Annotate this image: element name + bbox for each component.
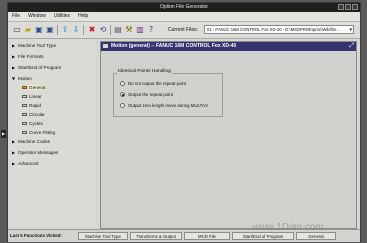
leaf-icon: [22, 113, 27, 117]
upload-icon[interactable]: ⇪: [60, 24, 70, 35]
tree-item-rapid[interactable]: Rapid: [22, 102, 41, 109]
identical-points-group: Identical Points Handling Do not output …: [113, 69, 223, 117]
tree-item-general[interactable]: General: [22, 84, 46, 91]
recent-tab-mcd-file[interactable]: MCD File: [184, 232, 230, 240]
refresh-icon[interactable]: ⟲: [98, 24, 108, 35]
new-file-icon[interactable]: ▭: [12, 24, 22, 35]
toolbar: ▭ ▰ ▣ ▣ ⇪ ⇩ ✖ ⟲ ▤ ⚒ ▥ ? Current Files: 0…: [8, 22, 360, 39]
leaf-icon: [22, 104, 27, 108]
leaf-icon: [22, 122, 27, 126]
tree-item-motion[interactable]: ▼ Motion: [12, 75, 32, 82]
tree-item-advanced[interactable]: ▶ Advanced: [12, 160, 38, 167]
tree-item-circular[interactable]: Circular: [22, 111, 45, 118]
toolbar-separator: [83, 25, 84, 35]
radio-output-repeat-point[interactable]: Output the repeat point: [120, 91, 173, 98]
panel-title-bar: Motion (general) -- FANUC 16M CONTROL Fo…: [101, 42, 356, 51]
settings-icon[interactable]: ⚒: [124, 24, 134, 35]
options-panel: Motion (general) -- FANUC 16M CONTROL Fo…: [100, 41, 357, 229]
toolbar-separator: [110, 25, 111, 35]
compare-icon[interactable]: ▥: [135, 24, 145, 35]
tree-item-curve-fitting[interactable]: Curve Fitting: [22, 129, 55, 136]
tree-item-file-formats[interactable]: ▶ File Formats: [12, 53, 44, 60]
delete-icon[interactable]: ✖: [87, 24, 97, 35]
tree-item-linear[interactable]: Linear: [22, 93, 42, 100]
close-button[interactable]: [352, 4, 358, 10]
panel-icon: [103, 44, 108, 48]
minimize-button[interactable]: [338, 4, 344, 10]
menu-file[interactable]: File: [8, 12, 24, 21]
app-window: Option File Generator File Window Utilitie…: [1, 2, 361, 242]
menu-help[interactable]: Help: [74, 12, 92, 21]
recent-tab-general[interactable]: General: [296, 232, 336, 240]
recent-functions-label: Last 5 Functions Visited:: [10, 233, 62, 238]
tree-item-start-end-of-program[interactable]: ▶ Start/End of Program: [12, 64, 61, 71]
download-icon[interactable]: ⇩: [71, 24, 81, 35]
help-icon[interactable]: ?: [146, 24, 156, 35]
radio-button[interactable]: [120, 103, 125, 109]
save-as-icon[interactable]: ▣: [45, 24, 55, 35]
radio-button-selected[interactable]: [120, 92, 125, 98]
export-icon[interactable]: ▤: [113, 24, 123, 35]
leaf-icon: [22, 86, 27, 90]
leaf-icon: [22, 95, 27, 99]
watermark: www.1Dian.com: [252, 222, 324, 233]
recent-tab-machine-tool-type[interactable]: Machine Tool Type: [78, 232, 128, 240]
tree-item-operator-messages[interactable]: ▶ Operator Messages: [12, 149, 58, 156]
title-bar: Option File Generator: [8, 3, 360, 12]
maximize-icon[interactable]: ⤢: [349, 42, 354, 51]
radio-do-not-output-repeat-point[interactable]: Do not output the repeat point: [120, 80, 186, 87]
menu-window[interactable]: Window: [24, 12, 50, 21]
menu-utilities[interactable]: Utilities: [50, 12, 74, 21]
radio-button[interactable]: [120, 81, 125, 87]
radio-output-zero-length-move[interactable]: Output zero length move during MULTAX: [120, 102, 208, 109]
save-icon[interactable]: ▣: [34, 24, 44, 35]
maximize-button[interactable]: [345, 4, 351, 10]
group-title: Identical Points Handling: [117, 69, 172, 74]
panel-title: Motion (general) -- FANUC 16M CONTROL Fo…: [111, 43, 237, 49]
toolbar-separator: [57, 25, 58, 35]
recent-tab-transforms-output[interactable]: Transforms & Output: [130, 232, 182, 240]
navigation-tree: ▶ Machine Tool Type ▶ File Formats ▶ Start/…: [8, 39, 96, 227]
current-files-label: Current Files:: [168, 27, 199, 33]
recent-tab-start-end-of-program[interactable]: Start/End of Program: [232, 232, 294, 240]
window-title: Option File Generator: [159, 4, 209, 10]
tree-item-machine-codes[interactable]: ▶ Machine Codes: [12, 138, 50, 145]
open-folder-icon[interactable]: ▰: [23, 24, 33, 35]
tree-item-machine-tool-type[interactable]: ▶ Machine Tool Type: [12, 42, 56, 49]
menu-bar: File Window Utilities Help: [8, 12, 360, 22]
current-files-select[interactable]: 01 - FANUC 16M CONTROL Fox XD-40 - D:\MS…: [204, 25, 354, 34]
chevron-down-icon[interactable]: ▾: [349, 26, 352, 33]
current-files-value: 01 - FANUC 16M CONTROL Fox XD-40 - D:\MS…: [207, 27, 340, 32]
tree-item-cycles[interactable]: Cycles: [22, 120, 43, 127]
leaf-icon: [22, 131, 27, 135]
sidebar-toggle-icon[interactable]: ▶: [1, 130, 6, 138]
